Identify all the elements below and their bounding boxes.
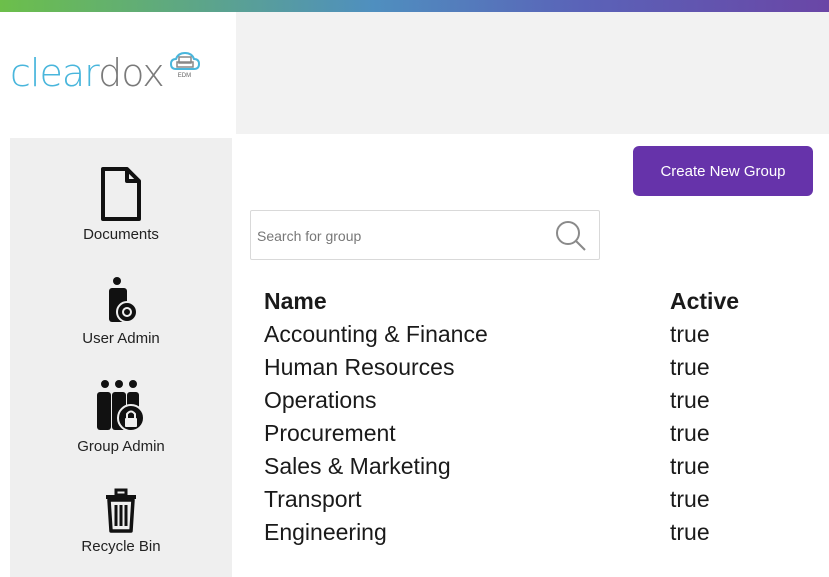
group-name: Sales & Marketing <box>264 453 451 479</box>
logo-wordmark: cleardox <box>10 51 165 95</box>
cloud-printer-icon: EDM <box>169 51 200 85</box>
user-admin-icon <box>109 277 138 323</box>
search-box <box>250 210 600 260</box>
sidebar-item-label: Group Admin <box>77 438 165 455</box>
main-content: Create New Group Name Active Accounting … <box>236 138 829 577</box>
create-new-group-button[interactable]: Create New Group <box>633 146 813 196</box>
table-row[interactable]: Engineering true <box>264 519 784 552</box>
sidebar-item-user-admin[interactable]: User Admin <box>10 276 232 347</box>
search-icon[interactable] <box>553 219 587 253</box>
group-admin-icon <box>97 380 145 432</box>
group-name: Engineering <box>264 519 387 545</box>
trash-icon <box>106 488 136 533</box>
group-name: Accounting & Finance <box>264 321 488 347</box>
group-active: true <box>670 486 710 512</box>
top-gradient-bar <box>0 0 829 12</box>
sidebar-item-label: User Admin <box>82 330 160 347</box>
column-header-name[interactable]: Name <box>264 288 327 315</box>
group-active: true <box>670 321 710 347</box>
sidebar-item-documents[interactable]: Documents <box>10 166 232 243</box>
header-bar <box>236 12 829 134</box>
table-row[interactable]: Accounting & Finance true <box>264 321 784 354</box>
sidebar-item-label: Recycle Bin <box>81 538 161 555</box>
group-active: true <box>670 420 710 446</box>
table-row[interactable]: Operations true <box>264 387 784 420</box>
group-name: Procurement <box>264 420 396 446</box>
table-row[interactable]: Procurement true <box>264 420 784 453</box>
sidebar-item-group-admin[interactable]: Group Admin <box>10 378 232 455</box>
group-active: true <box>670 354 710 380</box>
group-active: true <box>670 387 710 413</box>
group-active: true <box>670 519 710 545</box>
table-row[interactable]: Sales & Marketing true <box>264 453 784 486</box>
table-header-row: Name Active <box>264 288 784 321</box>
logo[interactable]: cleardox EDM <box>0 12 236 134</box>
document-icon <box>101 167 141 221</box>
group-name: Human Resources <box>264 354 455 380</box>
group-active: true <box>670 453 710 479</box>
table-row[interactable]: Human Resources true <box>264 354 784 387</box>
group-name: Operations <box>264 387 377 413</box>
group-name: Transport <box>264 486 362 512</box>
sidebar: Documents User Admin Group Admin Recycle… <box>10 138 232 577</box>
sidebar-item-recycle-bin[interactable]: Recycle Bin <box>10 488 232 555</box>
logo-subtext: EDM <box>177 73 192 79</box>
column-header-active[interactable]: Active <box>670 288 739 315</box>
table-row[interactable]: Transport true <box>264 486 784 519</box>
search-input[interactable] <box>257 225 537 247</box>
sidebar-item-label: Documents <box>83 226 159 243</box>
groups-table: Name Active Accounting & Finance true Hu… <box>264 288 784 552</box>
